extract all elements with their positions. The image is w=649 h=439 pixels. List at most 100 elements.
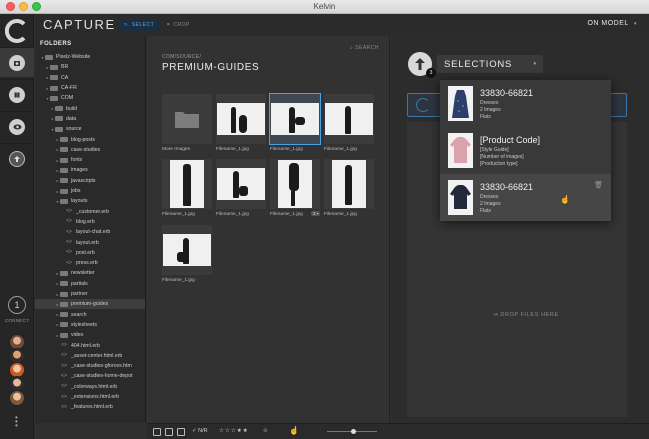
tree-file-item[interactable]: <> post.erb — [35, 248, 145, 258]
tree-folder-item[interactable]: ▸ images — [35, 165, 145, 175]
tree-file-item[interactable]: <> layout.erb — [35, 237, 145, 247]
tree-file-item[interactable]: <> press.erb — [35, 258, 145, 268]
tree-folder-item[interactable]: ▸ newsletter — [35, 268, 145, 278]
selections-label: SELECTIONS — [444, 59, 513, 70]
tile-label: Filename_1.jpg — [324, 212, 357, 217]
image-thumbnail — [325, 103, 373, 135]
tree-folder-item[interactable]: ▾ source — [35, 124, 145, 134]
tree-file-item[interactable]: <> _colorways.html.erb — [35, 382, 145, 392]
more-images-tile[interactable] — [162, 94, 212, 144]
connect-count-badge[interactable]: 1 — [8, 296, 26, 314]
tree-item-label: CA — [61, 74, 69, 81]
tree-folder-item[interactable]: ▸ video — [35, 330, 145, 340]
tree-item-label: jobs — [71, 188, 81, 195]
image-tile[interactable] — [216, 94, 266, 144]
code-file-icon: <> — [61, 372, 67, 379]
eye-icon — [9, 118, 25, 135]
selection-count: 2 Images — [480, 201, 501, 207]
tree-item-label: javascripts — [71, 177, 96, 184]
tree-folder-item[interactable]: ▸ CA — [35, 73, 145, 83]
image-tile[interactable] — [162, 159, 212, 209]
tree-folder-item[interactable]: ▸ build — [35, 104, 145, 114]
tree-folder-item[interactable]: ▸ blog-posts — [35, 134, 145, 144]
code-file-icon: <> — [61, 342, 67, 349]
tree-folder-item[interactable]: ▸ case-studies — [35, 145, 145, 155]
tree-file-item[interactable]: <> blog.erb — [35, 217, 145, 227]
folder-icon — [60, 301, 68, 307]
trash-icon[interactable]: 🗑 — [594, 181, 603, 189]
app-brand: CAPTURE — [43, 17, 116, 32]
tree-file-item[interactable]: <> _case-studies-home-depot — [35, 371, 145, 381]
left-rail: 1 CONNECT • • • — [0, 14, 34, 439]
crop-mode-button[interactable]: ⌗ CROP — [162, 19, 195, 31]
tree-file-item[interactable]: <> _customer.erb — [35, 207, 145, 217]
tree-folder-item[interactable]: ▾ layouts — [35, 196, 145, 206]
tree-file-item[interactable]: <> _case-studies-gforces.htm — [35, 361, 145, 371]
tree-folder-item[interactable]: ▸ fonts — [35, 155, 145, 165]
folder-icon — [45, 54, 53, 60]
image-tile[interactable] — [270, 159, 320, 209]
rail-button-capture[interactable] — [0, 47, 34, 77]
tree-folder-item[interactable]: ▸ stylesheets — [35, 320, 145, 330]
clear-rating-icon[interactable]: ⊗ — [263, 428, 268, 434]
select-mode-button[interactable]: ↖ SELECT — [119, 19, 160, 31]
tree-folder-item[interactable]: ▸ javascripts — [35, 176, 145, 186]
zoom-slider-thumb[interactable] — [351, 429, 356, 434]
selection-title: 33830-66821 — [480, 182, 534, 192]
image-tile[interactable] — [324, 159, 374, 209]
image-tile[interactable] — [324, 94, 374, 144]
tree-file-item[interactable]: <> 404.html.erb — [35, 340, 145, 350]
star-rating[interactable]: ☆☆☆★★ — [219, 428, 249, 434]
tree-folder-item[interactable]: ▸ CA-FR — [35, 83, 145, 93]
tree-folder-item[interactable]: ▸ search — [35, 310, 145, 320]
nr-toggle[interactable]: ✓ N/R — [192, 428, 208, 434]
app-window: Kelvin 1 CONNECT • • • CAPTURE ↖ SELECT … — [0, 0, 649, 439]
code-file-icon: <> — [66, 208, 72, 215]
code-file-icon: <> — [66, 228, 72, 235]
thumbnail-panel: ⌕ SEARCH COM/SOURCE/ PREMIUM-GUIDES More… — [147, 36, 390, 423]
rail-button-preview[interactable] — [0, 111, 34, 141]
image-tile-selected[interactable] — [269, 93, 321, 145]
tree-folder-item[interactable]: ▸ premium-guides — [35, 299, 145, 310]
folder-icon — [50, 85, 58, 91]
tree-folder-item[interactable]: ▸ jobs — [35, 186, 145, 196]
mouse-pointer-icon: ☝ — [289, 426, 299, 435]
code-file-icon: <> — [66, 259, 72, 266]
selections-dropdown[interactable]: SELECTIONS ▾ — [437, 55, 543, 73]
tree-file-item[interactable]: <> _extensions.html.erb — [35, 392, 145, 402]
camera-icon — [9, 54, 25, 71]
avatar[interactable] — [9, 390, 25, 406]
folder-icon — [60, 188, 68, 194]
title-bar: Kelvin — [0, 0, 649, 14]
tree-file-item[interactable]: <> _asset-center.html.erb — [35, 351, 145, 361]
tree-folder-item[interactable]: ▸ BR — [35, 62, 145, 72]
view-single-icon[interactable] — [153, 428, 161, 436]
image-thumbnail — [332, 160, 366, 208]
folder-icon — [60, 198, 68, 204]
tree-file-item[interactable]: <> _features.html.erb — [35, 402, 145, 412]
more-vertical-icon[interactable]: • • • — [15, 414, 18, 430]
model-dropdown[interactable]: ON MODEL ▾ — [587, 20, 637, 27]
folder-icon — [60, 322, 68, 328]
tree-folder-item[interactable]: ▾ Pixelz-Website — [35, 52, 145, 62]
tree-item-label: post.erb — [76, 249, 95, 256]
tree-file-item[interactable]: <> layout-chat.erb — [35, 227, 145, 237]
tree-folder-item[interactable]: ▸ partials — [35, 279, 145, 289]
rail-button-upload[interactable] — [0, 143, 34, 173]
tree-folder-item[interactable]: ▸ partner — [35, 289, 145, 299]
image-tile[interactable] — [162, 225, 212, 275]
view-grid-icon[interactable] — [165, 428, 173, 436]
selection-item[interactable]: 33830-66821 Dresses 2 Images Flats 🗑 ☝ — [440, 174, 611, 221]
tree-folder-item[interactable]: ▾ COM — [35, 93, 145, 103]
image-tile[interactable] — [216, 159, 266, 209]
rail-button-library[interactable] — [0, 79, 34, 109]
image-thumbnail — [217, 103, 265, 135]
view-compare-icon[interactable] — [177, 428, 185, 436]
tree-folder-item[interactable]: ▸ data — [35, 114, 145, 124]
tree-item-label: premium-guides — [71, 301, 109, 308]
tree-item-label: press.erb — [76, 260, 98, 267]
folder-icon — [60, 137, 68, 143]
selection-item[interactable]: 33830-66821 Dresses 2 Images Flats — [440, 80, 611, 127]
selection-item[interactable]: [Product Code] [Style Guide] [Number of … — [440, 127, 611, 174]
search-button[interactable]: ⌕ SEARCH — [350, 45, 379, 51]
